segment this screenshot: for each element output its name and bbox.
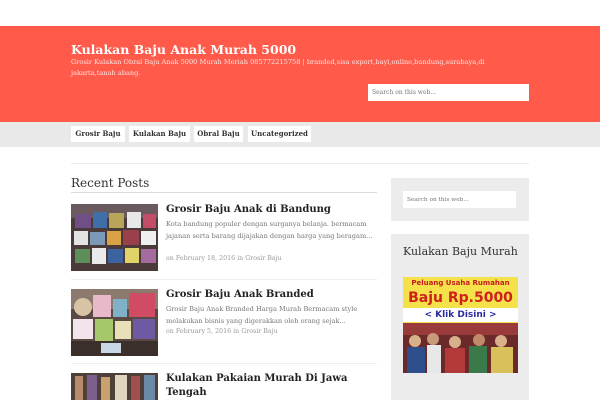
banner-price: Baju Rp.5000 (408, 290, 513, 306)
top-spacer (0, 0, 600, 26)
post-date: February 18, 2016 (175, 255, 236, 262)
sidebar-search-widget (391, 178, 529, 221)
post-title[interactable]: Kulakan Pakaian Murah Di Jawa Tengah (166, 372, 376, 400)
main-nav: Grosir Baju Kulakan Baju Obral Baju Unca… (0, 122, 600, 147)
site-header: Kulakan Baju Anak Murah 5000 Grosir Kula… (0, 26, 600, 122)
meta-on: on (166, 255, 174, 262)
post-title[interactable]: Grosir Baju Anak Branded (166, 288, 376, 302)
divider (71, 163, 529, 164)
nav-item-uncategorized[interactable]: Uncategorized (248, 126, 311, 142)
post-thumbnail[interactable] (71, 373, 158, 400)
nav-item-obral-baju[interactable]: Obral Baju (194, 126, 243, 142)
sidebar-search-input[interactable] (403, 191, 516, 208)
header-search-input[interactable] (368, 84, 529, 101)
post-date: February 5, 2016 (175, 328, 232, 335)
post-meta: on February 5, 2016 in Grosir Baju (166, 328, 278, 335)
post-thumbnail[interactable] (71, 289, 158, 356)
meta-on: on (166, 328, 174, 335)
post-category[interactable]: Grosir Baju (241, 328, 277, 335)
meta-in: in (237, 255, 244, 262)
heading-underline (71, 192, 377, 193)
nav-item-kulakan-baju[interactable]: Kulakan Baju (129, 126, 190, 142)
post-excerpt: Grosir Baju Anak Branded Harga Murah Ber… (166, 305, 358, 325)
post-title[interactable]: Grosir Baju Anak di Bandung (166, 203, 376, 217)
banner-click-button[interactable]: < Klik Disini > (403, 308, 518, 322)
post-thumbnail[interactable] (71, 204, 158, 271)
nav-item-grosir-baju[interactable]: Grosir Baju (71, 126, 125, 142)
post-divider (71, 363, 377, 364)
widget-title: Kulakan Baju Murah (403, 245, 518, 258)
sidebar-banner-widget: Kulakan Baju Murah Peluang Usaha Rumahan… (391, 234, 529, 400)
post-meta: on February 18, 2016 in Grosir Baju (166, 255, 282, 262)
site-description: Grosir Kulakan Obral Baju Anak 5000 Mura… (71, 58, 485, 77)
promo-banner[interactable]: Peluang Usaha Rumahan Baju Rp.5000 < Kli… (403, 277, 518, 373)
site-title[interactable]: Kulakan Baju Anak Murah 5000 (71, 42, 296, 57)
recent-posts-heading: Recent Posts (71, 176, 150, 190)
post-divider (71, 279, 377, 280)
meta-in: in (233, 328, 240, 335)
post-excerpt: Kota bandung populer dengan surganya bel… (166, 220, 373, 240)
banner-photo (403, 323, 518, 373)
post-category[interactable]: Grosir Baju (245, 255, 281, 262)
